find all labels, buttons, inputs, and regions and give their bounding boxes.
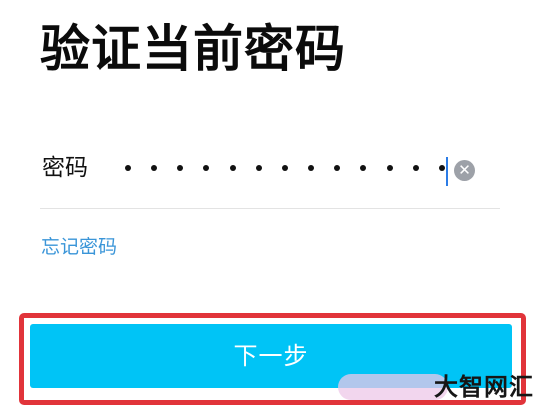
watermark-band (338, 374, 448, 400)
password-dot (125, 165, 131, 171)
password-dot (151, 165, 158, 171)
watermark: 大智网汇 (338, 364, 540, 418)
password-dot (360, 165, 367, 171)
password-dot (229, 165, 236, 171)
password-input-value[interactable] (125, 150, 445, 186)
password-dot (308, 165, 315, 171)
password-dot (203, 165, 210, 171)
password-dot (412, 165, 419, 171)
password-field[interactable]: 密码 ✕ (40, 140, 500, 204)
forgot-password-link[interactable]: 忘记密码 (41, 233, 117, 261)
password-label: 密码 (42, 155, 88, 181)
password-dot (255, 165, 262, 171)
password-dot (386, 165, 393, 171)
page-title: 验证当前密码 (40, 20, 346, 78)
password-dot (438, 165, 445, 171)
password-dot (281, 165, 288, 171)
field-divider (40, 208, 500, 209)
password-dot (334, 165, 341, 171)
text-cursor (446, 157, 448, 186)
watermark-text: 大智网汇 (434, 373, 534, 401)
clear-input-icon[interactable]: ✕ (454, 160, 475, 181)
password-dot (177, 165, 184, 171)
